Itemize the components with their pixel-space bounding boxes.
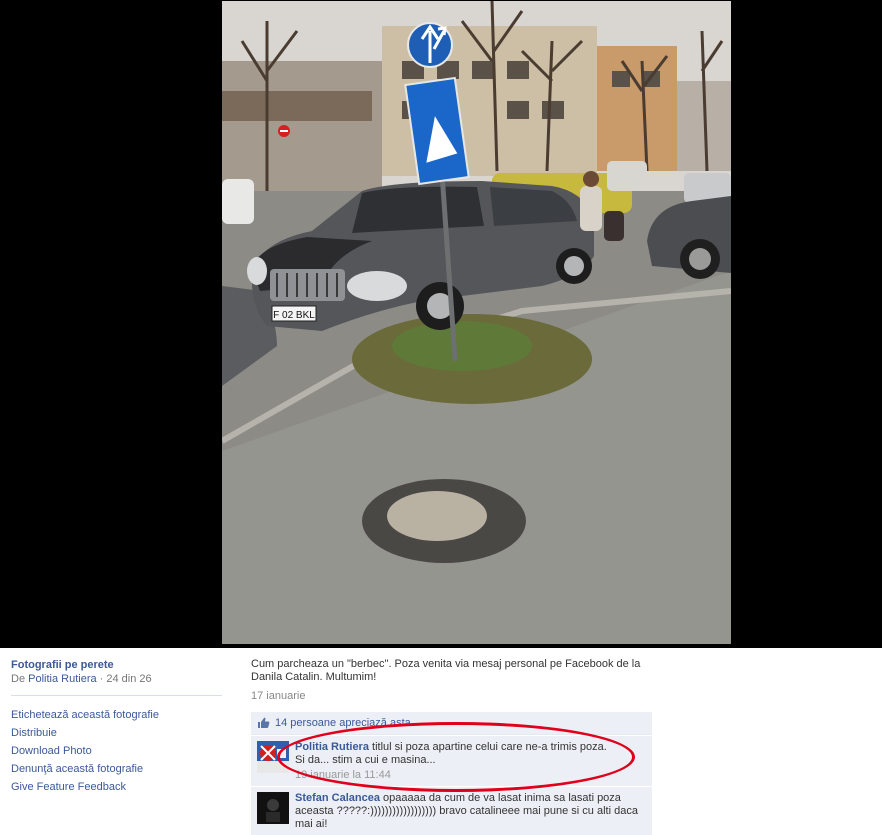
photo-position: · 24 din 26 xyxy=(99,673,152,685)
comment-body: Stefan Calancea opaaaaa da cum de va las… xyxy=(295,792,646,831)
download-photo-link[interactable]: Download Photo xyxy=(11,742,223,760)
tag-photo-link[interactable]: Etichetează această fotografie xyxy=(11,706,223,724)
likes-row[interactable]: 14 persoane apreciază asta. xyxy=(251,712,652,735)
photo-viewer[interactable]: F 02 BKL xyxy=(222,1,731,644)
comment-body: Politia Rutiera titlul si poza apartine … xyxy=(295,741,646,782)
photo-caption: Cum parcheaza un "berbec". Poza venita v… xyxy=(251,658,641,683)
byline-prefix: De xyxy=(11,673,26,685)
thumbs-up-icon xyxy=(257,717,270,729)
share-link[interactable]: Distribuie xyxy=(11,724,223,742)
likes-count-text: 14 persoane apreciază asta. xyxy=(275,717,414,729)
avatar[interactable] xyxy=(257,741,289,773)
report-photo-link[interactable]: Denunţă această fotografie xyxy=(11,760,223,778)
album-byline: De Politia Rutiera · 24 din 26 xyxy=(11,672,223,686)
comment-text-continued: Si da... stim a cui e masina... xyxy=(295,754,436,766)
feedback-box: 14 persoane apreciază asta. Politia Ruti… xyxy=(251,712,652,835)
photo-stage: F 02 BKL xyxy=(0,0,882,648)
parked-car-photo: F 02 BKL xyxy=(222,1,731,644)
owner-link[interactable]: Politia Rutiera xyxy=(28,673,96,685)
feedback-link[interactable]: Give Feature Feedback xyxy=(11,778,223,796)
comment-item: Politia Rutiera titlul si poza apartine … xyxy=(251,736,652,786)
photo-date[interactable]: 17 ianuarie xyxy=(251,689,653,703)
comment-author[interactable]: Stefan Calancea xyxy=(295,792,380,804)
comment-time[interactable]: 19 ianuarie la 11:44 xyxy=(295,769,646,782)
comment-text: titlul si poza apartine celui care ne-a … xyxy=(372,741,607,753)
comment-author[interactable]: Politia Rutiera xyxy=(295,741,369,753)
license-plate: F 02 BKL xyxy=(273,310,315,321)
photo-details: Cum parcheaza un "berbec". Poza venita v… xyxy=(251,658,653,835)
divider xyxy=(11,695,222,696)
photo-info-sidebar: Fotografii pe perete De Politia Rutiera … xyxy=(11,658,223,796)
comment-item: Stefan Calancea opaaaaa da cum de va las… xyxy=(251,787,652,835)
album-title[interactable]: Fotografii pe perete xyxy=(11,658,223,672)
photo-actions: Etichetează această fotografie Distribui… xyxy=(11,706,223,796)
avatar[interactable] xyxy=(257,792,289,824)
